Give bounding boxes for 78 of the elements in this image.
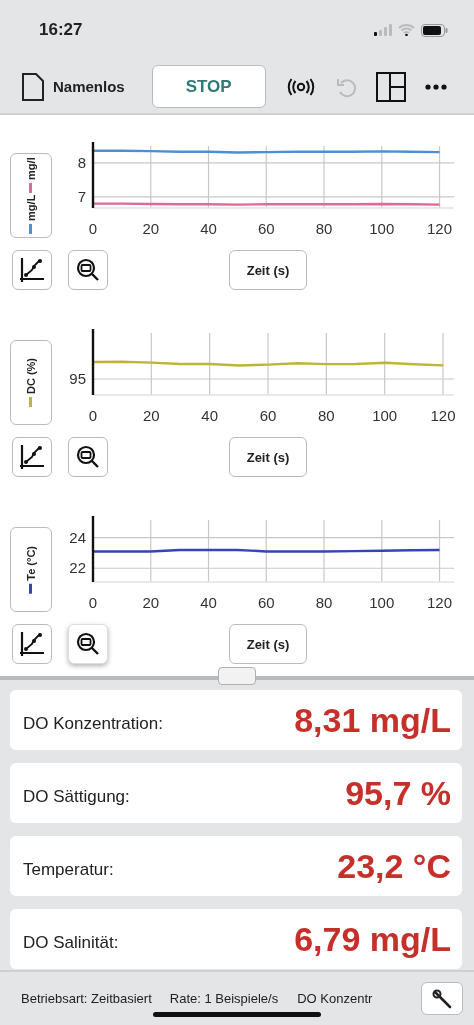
x-tick-label: 100 — [369, 594, 395, 611]
y-tick-label: 8 — [77, 153, 86, 171]
zoom-fit-icon — [76, 258, 100, 282]
x-tick-label: 0 — [88, 220, 98, 237]
x-axis-button[interactable]: Zeit (s) — [229, 437, 307, 477]
x-tick-label: 40 — [201, 407, 218, 424]
x-tick-label: 60 — [259, 407, 277, 424]
meter-value: 8,31 mg/L — [294, 700, 451, 740]
x-tick-label: 0 — [88, 594, 98, 611]
meter-label: DO Sättigung: — [23, 786, 130, 807]
zoom-button[interactable] — [68, 624, 108, 664]
y-tick-label: 7 — [77, 187, 86, 205]
x-tick-label: 80 — [315, 594, 333, 611]
meter-label: DO Konzentration: — [23, 713, 163, 734]
zoom-button[interactable] — [68, 250, 108, 290]
legend-label: mg/L — [25, 194, 37, 221]
legend-label: mg/l — [25, 157, 37, 180]
graph-style-button[interactable] — [12, 250, 52, 290]
settings-button[interactable] — [421, 982, 463, 1015]
graph-style-button[interactable] — [12, 437, 52, 477]
y-axis-line — [91, 516, 95, 582]
graph-style-button[interactable] — [12, 624, 52, 664]
meter-value: 6,79 mg/L — [294, 919, 451, 959]
x-axis-button[interactable]: Zeit (s) — [229, 624, 307, 664]
x-tick-label: 120 — [427, 220, 453, 237]
broadcast-icon — [285, 77, 316, 96]
x-tick-label: 40 — [200, 594, 217, 611]
y-axis-line — [91, 142, 95, 208]
meter-label: DO Salinität: — [23, 932, 119, 953]
meter-value: 23,2 °C — [337, 846, 451, 886]
file-button[interactable]: Namenlos — [22, 72, 125, 101]
wrench-icon — [432, 988, 452, 1009]
y-tick-label: 24 — [69, 528, 86, 546]
x-tick-label: 0 — [88, 407, 98, 424]
x-axis-button[interactable]: Zeit (s) — [229, 250, 307, 290]
sensor-button[interactable] — [285, 77, 316, 96]
x-tick-label: 100 — [369, 220, 395, 237]
meter-value: 95,7 % — [345, 773, 451, 813]
y-axis-line — [91, 329, 95, 395]
y-axis-button[interactable]: DC (%) — [10, 340, 52, 425]
battery-icon — [421, 23, 448, 37]
x-tick-label: 80 — [315, 220, 333, 237]
mode-text: Betriebsart: Zeitbasiert — [21, 991, 152, 1006]
resize-handle[interactable] — [218, 667, 256, 685]
x-tick-label: 60 — [257, 220, 275, 237]
layout-button[interactable] — [375, 71, 406, 102]
stop-button[interactable]: STOP — [151, 65, 266, 108]
x-tick-label: 40 — [200, 220, 217, 237]
rate-text: Rate: 1 Beispiele/s — [169, 991, 279, 1006]
wifi-icon — [398, 24, 415, 36]
y-axis-button[interactable]: mg/L mg/l — [10, 153, 52, 238]
zoom-fit-icon — [76, 632, 100, 656]
y-tick-label: 95 — [69, 370, 86, 387]
x-tick-label: 60 — [257, 594, 275, 611]
x-tick-label: 20 — [142, 594, 160, 611]
more-button[interactable] — [424, 83, 447, 90]
zoom-fit-icon — [76, 445, 100, 469]
line-graph-icon — [19, 631, 45, 657]
y-axis-button[interactable]: Te (°C) — [10, 527, 52, 612]
x-tick-label: 120 — [430, 407, 456, 424]
x-tick-label: 120 — [427, 594, 453, 611]
legend-label: DC (%) — [25, 357, 37, 395]
clock-time: 16:27 — [39, 20, 83, 40]
legend-label: Te (°C) — [25, 545, 37, 581]
y-tick-label: 22 — [69, 559, 86, 577]
x-tick-label: 80 — [318, 407, 335, 424]
signal-icon — [374, 24, 392, 36]
x-tick-label: 20 — [143, 407, 160, 424]
line-graph-icon — [19, 257, 45, 283]
zoom-button[interactable] — [68, 437, 108, 477]
x-tick-label: 100 — [372, 407, 398, 424]
line-graph-icon — [19, 444, 45, 470]
x-tick-label: 20 — [142, 220, 160, 237]
more-icon — [424, 83, 447, 90]
document-icon — [22, 72, 44, 101]
layout-icon — [375, 71, 406, 102]
meter-label: Temperatur: — [23, 859, 114, 880]
status-text: DO Konzentr — [297, 991, 373, 1006]
